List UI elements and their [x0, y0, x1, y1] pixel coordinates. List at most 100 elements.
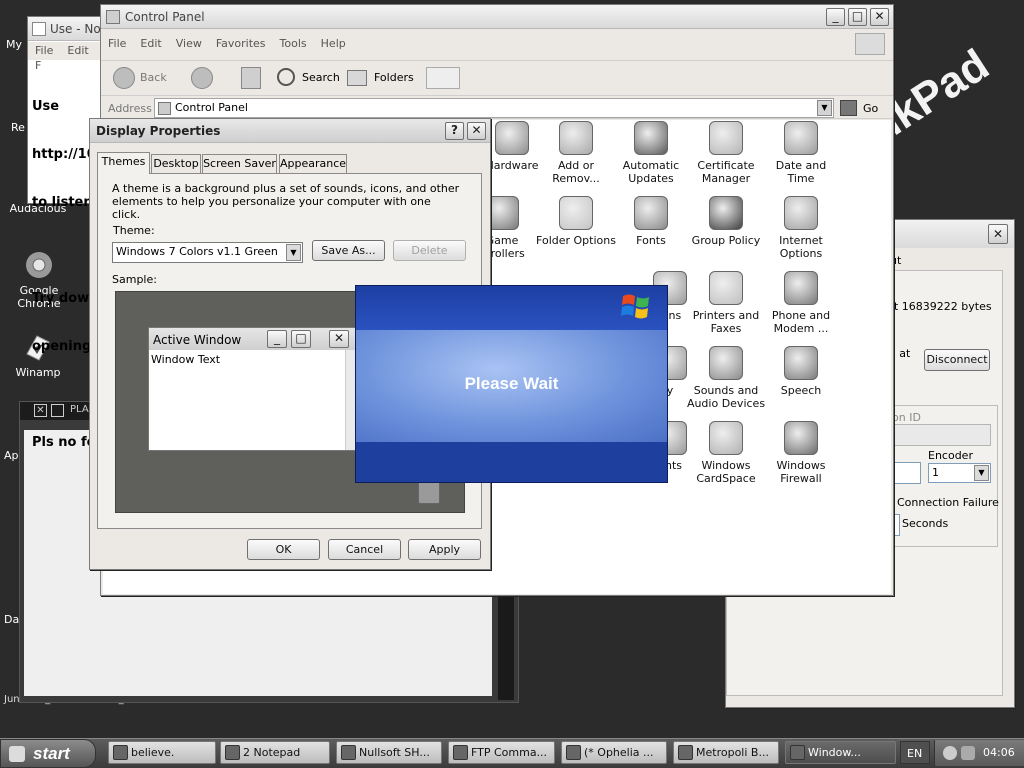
taskbar-button[interactable]: Window...	[785, 741, 896, 764]
cp-item[interactable]: Folder Options	[536, 196, 616, 247]
menu-tools[interactable]: Tools	[273, 33, 314, 50]
chevron-down-icon[interactable]: ▼	[286, 244, 301, 261]
tray-icon[interactable]	[943, 746, 957, 760]
taskbar-button[interactable]: Nullsoft SH...	[336, 741, 442, 764]
display-properties-titlebar[interactable]: Display Properties ? ✕	[90, 119, 490, 143]
window-title: Use - No	[50, 22, 101, 36]
menu-file[interactable]: File	[101, 33, 133, 50]
close-icon[interactable]: ✕	[988, 224, 1008, 244]
up-folder-icon[interactable]	[241, 67, 261, 89]
go-icon[interactable]	[840, 100, 857, 116]
sample-window-titlebar: Active Window _ □ ✕	[149, 328, 357, 350]
taskbar-button-label: Nullsoft SH...	[359, 746, 430, 759]
menu-edit[interactable]: Edit	[60, 42, 95, 57]
go-label[interactable]: Go	[863, 102, 878, 115]
notepad-titlebar[interactable]: Use - No	[28, 17, 106, 41]
app-icon	[225, 745, 240, 760]
taskbar-button[interactable]: Metropoli B...	[673, 741, 779, 764]
cp-item-label: Folder Options	[536, 234, 616, 247]
taskbar-button[interactable]: 2 Notepad	[220, 741, 330, 764]
cp-item[interactable]: Fonts	[611, 196, 691, 247]
theme-label: Theme:	[113, 224, 155, 237]
close-button[interactable]: ✕	[870, 8, 889, 26]
dsp-status-text: t 16839222 bytes	[894, 300, 992, 313]
search-button-label[interactable]: Search	[302, 71, 340, 84]
back-icon[interactable]	[113, 67, 135, 89]
encoder-select[interactable]: 1 ▼	[928, 463, 991, 483]
cp-item[interactable]: Phone and Modem ...	[761, 271, 841, 335]
taskbar-button[interactable]: believe.	[108, 741, 216, 764]
address-bar: Address Control Panel ▼ Go	[101, 97, 893, 119]
close-button[interactable]: ✕	[467, 122, 486, 140]
views-icon[interactable]	[426, 67, 460, 89]
sample-minimize-icon: _	[267, 330, 287, 348]
cp-item[interactable]: Automatic Updates	[611, 121, 691, 185]
windows-flag-icon	[9, 746, 25, 762]
start-button[interactable]: start	[0, 739, 96, 768]
maximize-button[interactable]: □	[848, 8, 867, 26]
taskbar-button[interactable]: (* Ophelia ...	[561, 741, 667, 764]
theme-select[interactable]: Windows 7 Colors v1.1 Green ▼	[112, 242, 303, 263]
speaker-icon	[709, 346, 743, 380]
cp-item[interactable]: Sounds and Audio Devices	[686, 346, 766, 410]
cp-item[interactable]: Printers and Faxes	[686, 271, 766, 335]
cp-item-label: Windows Firewall	[776, 459, 826, 485]
retry-field[interactable]	[894, 514, 900, 536]
control-panel-titlebar[interactable]: Control Panel _ □ ✕	[101, 5, 893, 29]
ok-button[interactable]: OK	[247, 539, 320, 560]
cp-item[interactable]: Speech	[761, 346, 841, 397]
theme-description: A theme is a background plus a set of so…	[112, 182, 460, 221]
search-icon[interactable]	[277, 68, 295, 86]
delete-button[interactable]: Delete	[393, 240, 466, 261]
menu-favorites[interactable]: Favorites	[209, 33, 273, 50]
menu-help[interactable]: Help	[314, 33, 353, 50]
help-button[interactable]: ?	[445, 122, 464, 140]
dsp-id-field[interactable]	[894, 424, 991, 446]
app-icon	[453, 745, 468, 760]
encoder-label: Encoder	[928, 449, 973, 462]
tray-icon[interactable]	[961, 746, 975, 760]
sample-maximize-icon: □	[291, 330, 311, 348]
cp-item[interactable]: Windows CardSpace	[686, 421, 766, 485]
group-policy-icon	[709, 196, 743, 230]
taskbar-button[interactable]: FTP Comma...	[448, 741, 555, 764]
cp-item[interactable]: Group Policy	[686, 196, 766, 247]
chevron-down-icon[interactable]: ▼	[817, 100, 832, 116]
address-label: Address	[108, 102, 152, 115]
control-panel-menubar: File Edit View Favorites Tools Help	[101, 33, 893, 55]
cp-item-label: Printers and Faxes	[692, 309, 760, 335]
chevron-down-icon[interactable]: ▼	[974, 465, 989, 481]
tab-appearance[interactable]: Appearance	[279, 154, 347, 173]
save-as-button[interactable]: Save As...	[312, 240, 385, 261]
cp-item[interactable]: Certificate Manager	[686, 121, 766, 185]
folders-icon[interactable]	[347, 70, 367, 86]
language-indicator[interactable]: EN	[900, 741, 930, 764]
updates-icon	[634, 121, 668, 155]
disconnect-button[interactable]: Disconnect	[924, 349, 990, 371]
cp-item[interactable]: Windows Firewall	[761, 421, 841, 485]
system-tray: 04:06	[934, 740, 1024, 766]
app-icon	[678, 745, 693, 760]
menu-view[interactable]: View	[169, 33, 209, 50]
app-icon	[566, 745, 581, 760]
cp-item[interactable]: Date and Time	[761, 121, 841, 185]
phone-icon	[784, 271, 818, 305]
minimize-button[interactable]: _	[826, 8, 845, 26]
taskbar-button-label: (* Ophelia ...	[584, 746, 654, 759]
app-icon	[113, 745, 128, 760]
tab-screen-saver[interactable]: Screen Saver	[202, 154, 277, 173]
cp-item[interactable]: Add or Remov...	[536, 121, 616, 185]
apply-button[interactable]: Apply	[408, 539, 481, 560]
forward-icon[interactable]	[191, 67, 213, 89]
tab-desktop[interactable]: Desktop	[151, 154, 201, 173]
address-field[interactable]: Control Panel ▼	[154, 98, 834, 118]
folders-button-label[interactable]: Folders	[374, 71, 414, 84]
menu-edit[interactable]: Edit	[133, 33, 168, 50]
dsp-small-field[interactable]	[894, 462, 921, 484]
sample-label: Sample:	[112, 273, 157, 286]
cancel-button[interactable]: Cancel	[328, 539, 401, 560]
menu-file[interactable]: File	[28, 42, 60, 57]
cp-item[interactable]: Internet Options	[761, 196, 841, 260]
back-button-label[interactable]: Back	[140, 71, 167, 84]
tab-themes[interactable]: Themes	[97, 152, 150, 174]
